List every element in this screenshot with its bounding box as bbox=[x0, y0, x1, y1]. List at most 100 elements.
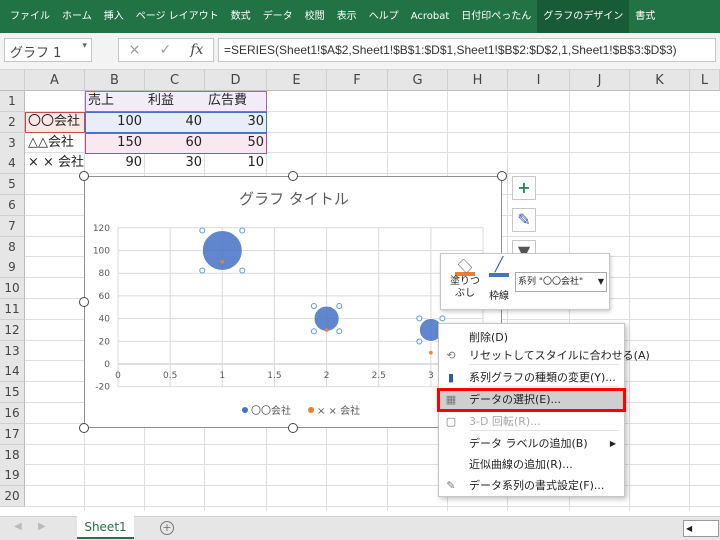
ribbon-tab[interactable]: ホーム bbox=[56, 0, 98, 33]
chart-resize-handle[interactable] bbox=[79, 423, 89, 433]
outline-button[interactable]: ╱ 枠線 bbox=[483, 258, 515, 308]
ribbon-tab[interactable]: Acrobat bbox=[405, 0, 456, 33]
bubble-point[interactable] bbox=[220, 260, 225, 264]
ribbon-tab[interactable]: 表示 bbox=[331, 0, 363, 33]
selection-handle[interactable] bbox=[310, 302, 317, 309]
column-header[interactable]: B bbox=[85, 70, 145, 91]
column-header[interactable]: H bbox=[448, 70, 508, 91]
menu-item[interactable]: ✎ データ系列の書式設定(F)... bbox=[439, 476, 624, 496]
bubble-point[interactable] bbox=[429, 350, 433, 355]
selection-handle[interactable] bbox=[416, 315, 423, 322]
ribbon-tab[interactable]: ヘルプ bbox=[363, 0, 405, 33]
cell-D2[interactable]: 30 bbox=[205, 112, 267, 132]
menu-item[interactable]: 削除(D) bbox=[439, 328, 624, 348]
scroll-left-icon[interactable]: ◀ bbox=[14, 521, 22, 532]
ribbon-tab[interactable]: ページ レイアウト bbox=[130, 0, 225, 33]
ribbon-tab[interactable]: 日付印ぺったん bbox=[455, 0, 537, 33]
selection-handle[interactable] bbox=[199, 267, 206, 274]
column-header[interactable]: D bbox=[205, 70, 267, 91]
row-header[interactable]: 15 bbox=[0, 382, 25, 404]
select-all-corner[interactable] bbox=[0, 70, 25, 91]
row-header[interactable]: 17 bbox=[0, 423, 25, 445]
column-header[interactable]: L bbox=[690, 70, 720, 91]
column-header[interactable]: A bbox=[25, 70, 85, 91]
ribbon-tab[interactable]: ファイル bbox=[4, 0, 56, 33]
horizontal-scrollbar[interactable]: ◀ bbox=[683, 520, 719, 537]
formula-input[interactable]: =SERIES(Sheet1!$A$2,Sheet1!$B$1:$D$1,She… bbox=[218, 38, 716, 62]
row-header[interactable]: 14 bbox=[0, 361, 25, 383]
row-header[interactable]: 12 bbox=[0, 319, 25, 341]
cell-D1[interactable]: 広告費 bbox=[205, 91, 267, 111]
ribbon-tab[interactable]: グラフのデザイン bbox=[537, 0, 630, 33]
ribbon-tab[interactable]: 挿入 bbox=[98, 0, 130, 33]
legend-entry[interactable]: × × 会社 bbox=[317, 404, 360, 417]
selection-handle[interactable] bbox=[199, 227, 206, 234]
column-header[interactable]: F bbox=[327, 70, 388, 91]
row-header[interactable]: 2 bbox=[0, 111, 25, 133]
row-header[interactable]: 5 bbox=[0, 174, 25, 196]
fill-button[interactable]: 塗りつ ぶし bbox=[447, 258, 483, 308]
function-icon[interactable]: fx bbox=[190, 42, 203, 58]
menu-item[interactable]: データ ラベルの追加(B) ▶ bbox=[439, 434, 624, 454]
chart-resize-handle[interactable] bbox=[497, 171, 507, 181]
selection-handle[interactable] bbox=[416, 338, 423, 345]
ribbon-tab[interactable]: データ bbox=[257, 0, 299, 33]
cell-C3[interactable]: 60 bbox=[145, 133, 205, 153]
cancel-icon[interactable]: × bbox=[129, 42, 141, 58]
ribbon-tab[interactable]: 書式 bbox=[629, 0, 661, 33]
menu-item[interactable]: 近似曲線の追加(R)... bbox=[439, 455, 624, 475]
column-header[interactable]: K bbox=[630, 70, 690, 91]
selection-handle[interactable] bbox=[439, 315, 446, 322]
chart-styles-button[interactable]: ✎ bbox=[512, 208, 536, 232]
cell-B2[interactable]: 100 bbox=[85, 112, 145, 132]
add-sheet-icon[interactable]: + bbox=[160, 521, 174, 535]
cell-D4[interactable]: 10 bbox=[205, 153, 267, 173]
row-header[interactable]: 18 bbox=[0, 444, 25, 466]
enter-icon[interactable]: ✓ bbox=[159, 42, 171, 58]
chart-resize-handle[interactable] bbox=[79, 171, 89, 181]
chart-elements-button[interactable]: + bbox=[512, 176, 536, 200]
cell-C2[interactable]: 40 bbox=[145, 112, 205, 132]
selection-handle[interactable] bbox=[336, 302, 343, 309]
cell-B1[interactable]: 売上 bbox=[85, 91, 145, 111]
cell-A4[interactable]: × × 会社 bbox=[25, 153, 85, 173]
column-header[interactable]: J bbox=[570, 70, 630, 91]
row-header[interactable]: 13 bbox=[0, 340, 25, 362]
scroll-right-icon[interactable]: ▶ bbox=[38, 521, 46, 532]
selection-handle[interactable] bbox=[239, 267, 246, 274]
row-header[interactable]: 11 bbox=[0, 299, 25, 320]
selection-handle[interactable] bbox=[310, 328, 317, 335]
menu-item[interactable]: ⟲ リセットしてスタイルに合わせる(A) bbox=[439, 346, 649, 366]
sheet-tab-sheet1[interactable]: Sheet1 bbox=[77, 516, 134, 539]
row-header[interactable]: 1 bbox=[0, 91, 25, 112]
row-header[interactable]: 3 bbox=[0, 132, 25, 154]
chart-title[interactable]: グラフ タイトル bbox=[239, 190, 349, 208]
selection-handle[interactable] bbox=[239, 227, 246, 234]
cell-B3[interactable]: 150 bbox=[85, 133, 145, 153]
row-header[interactable]: 7 bbox=[0, 215, 25, 237]
row-header[interactable]: 10 bbox=[0, 278, 25, 300]
cell-B4[interactable]: 90 bbox=[85, 153, 145, 173]
chart-resize-handle[interactable] bbox=[288, 171, 298, 181]
cell-C4[interactable]: 30 bbox=[145, 153, 205, 173]
bubble-point[interactable] bbox=[313, 305, 340, 332]
column-header[interactable]: E bbox=[267, 70, 327, 91]
selection-handle[interactable] bbox=[336, 328, 343, 335]
column-header[interactable]: I bbox=[508, 70, 570, 91]
cell-A2[interactable]: 〇〇会社 bbox=[25, 112, 85, 132]
bubble-point[interactable] bbox=[201, 230, 243, 271]
name-box[interactable]: グラフ 1 ▾ bbox=[4, 38, 92, 62]
cell-D3[interactable]: 50 bbox=[205, 133, 267, 153]
row-header[interactable]: 20 bbox=[0, 486, 25, 508]
chevron-down-icon[interactable]: ▾ bbox=[82, 41, 87, 51]
menu-item[interactable]: ▦ データの選択(E)... bbox=[437, 388, 626, 412]
column-header[interactable]: C bbox=[145, 70, 205, 91]
legend-entry[interactable]: 〇〇会社 bbox=[251, 404, 291, 417]
chart-resize-handle[interactable] bbox=[288, 423, 298, 433]
bubble-point[interactable] bbox=[324, 328, 329, 332]
row-header[interactable]: 19 bbox=[0, 465, 25, 487]
cell-A3[interactable]: △△会社 bbox=[25, 133, 85, 153]
row-header[interactable]: 8 bbox=[0, 236, 25, 258]
series-select[interactable]: 系列 "〇〇会社" ▼ bbox=[515, 272, 607, 292]
row-header[interactable]: 16 bbox=[0, 403, 25, 424]
